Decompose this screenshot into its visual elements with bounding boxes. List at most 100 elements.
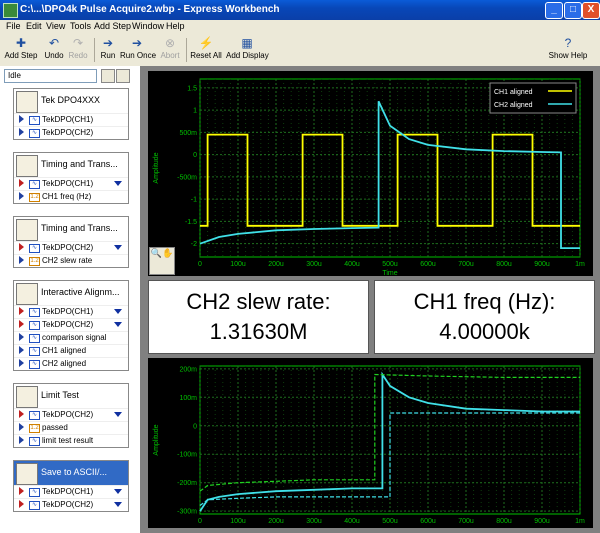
- step-header[interactable]: Tek DPO4XXX: [14, 89, 128, 113]
- x-tick-label: 500u: [382, 518, 398, 525]
- waveform-chart-top[interactable]: 0 100u 200u 300u 400u 500u 600u 700u 800u 900u 1m 1…: [148, 71, 593, 277]
- step-header[interactable]: Interactive Alignm...: [14, 281, 128, 305]
- x-tick-label: 200u: [268, 261, 284, 268]
- step-input-row[interactable]: ∿ TekDPO(CH2): [14, 241, 128, 254]
- signal-label: CH2 slew rate: [42, 256, 93, 265]
- step-output-row[interactable]: ∿ CH2 aligned: [14, 357, 128, 370]
- step-output-row[interactable]: ∿ CH1 aligned: [14, 344, 128, 357]
- step-card[interactable]: Save to ASCII/... ∿ TekDPO(CH1) ∿ TekDPO(CH2…: [13, 460, 129, 512]
- undo-button[interactable]: ↶ Undo: [42, 36, 66, 60]
- waveform-signal-icon: ∿: [29, 244, 40, 253]
- y-tick-label: -500m: [177, 174, 197, 181]
- waveform-signal-icon: ∿: [29, 411, 40, 420]
- signal-label: CH1 freq (Hz): [42, 192, 92, 201]
- step-input-row[interactable]: ∿ TekDPO(CH1): [14, 485, 128, 498]
- dropdown-arrow-icon[interactable]: [114, 412, 122, 417]
- add-display-icon: ▦: [241, 36, 253, 50]
- step-input-row[interactable]: ∿ TekDPO(CH2): [14, 318, 128, 331]
- display-area: 0 100u 200u 300u 400u 500u 600u 700u 800u 900u 1m 1…: [141, 66, 600, 533]
- step-header[interactable]: Timing and Trans...: [14, 153, 128, 177]
- signal-label: TekDPO(CH1): [42, 487, 94, 496]
- step-input-row[interactable]: ∿ TekDPO(CH2): [14, 498, 128, 511]
- show-help-button[interactable]: ? Show Help: [548, 36, 588, 60]
- output-arrow-icon: [19, 333, 24, 341]
- waveform-signal-icon: ∿: [29, 501, 40, 510]
- title-bar: C:\...\DPO4k Pulse Acquire2.wbp - Expres…: [0, 0, 600, 20]
- step-card[interactable]: Tek DPO4XXX ∿ TekDPO(CH1) ∿ TekDPO(CH2): [13, 88, 129, 140]
- input-arrow-icon: [19, 320, 24, 328]
- step-output-row[interactable]: 1.2 CH2 slew rate: [14, 254, 128, 267]
- signal-label: TekDPO(CH2): [42, 320, 94, 329]
- number-signal-icon: 1.2: [29, 257, 40, 266]
- step-header[interactable]: Limit Test: [14, 384, 128, 408]
- step-card[interactable]: Limit Test ∿ TekDPO(CH2) 1.2 passed ∿ limit te…: [13, 383, 129, 448]
- step-label: Timing and Trans...: [41, 223, 118, 233]
- menu-file[interactable]: File: [6, 21, 21, 31]
- step-output-row[interactable]: 1.2 passed: [14, 421, 128, 434]
- input-arrow-icon: [19, 307, 24, 315]
- waveform-signal-icon: ∿: [29, 116, 40, 125]
- minimize-button[interactable]: _: [545, 2, 563, 19]
- step-input-row[interactable]: ∿ TekDPO(CH2): [14, 408, 128, 421]
- add-display-button[interactable]: ▦ Add Display: [226, 36, 269, 60]
- output-arrow-icon: [19, 346, 24, 354]
- diagram-view-icon[interactable]: [116, 69, 130, 83]
- close-button[interactable]: X: [582, 2, 600, 19]
- x-tick-label: 700u: [458, 518, 474, 525]
- dropdown-arrow-icon[interactable]: [114, 489, 122, 494]
- y-tick-label: -300m: [177, 509, 197, 516]
- menu-add-step[interactable]: Add Step: [94, 21, 131, 31]
- y-axis-label: Amplitude: [153, 152, 160, 183]
- y-tick-label: -200m: [177, 480, 197, 487]
- step-output-row[interactable]: ∿ comparison signal: [14, 331, 128, 344]
- run-once-button[interactable]: ➔ Run Once: [120, 36, 156, 60]
- step-header[interactable]: Save to ASCII/...: [14, 461, 128, 485]
- waveform-chart-bottom[interactable]: 0 100u 200u 300u 400u 500u 600u 700u 800u 900u 1m 2…: [148, 358, 593, 528]
- waveform-signal-icon: ∿: [29, 129, 40, 138]
- step-label: Save to ASCII/...: [41, 467, 108, 477]
- dropdown-arrow-icon[interactable]: [114, 502, 122, 507]
- pan-icon: ✋: [162, 248, 174, 258]
- menu-help[interactable]: Help: [166, 21, 185, 31]
- y-tick-label: -1.5: [185, 219, 197, 226]
- run-button[interactable]: ➔ Run: [98, 36, 118, 60]
- redo-button[interactable]: ↷ Redo: [66, 36, 90, 60]
- dropdown-arrow-icon[interactable]: [114, 309, 122, 314]
- maximize-button[interactable]: □: [564, 2, 582, 19]
- step-header[interactable]: Timing and Trans...: [14, 217, 128, 241]
- x-tick-label: 100u: [230, 261, 246, 268]
- x-tick-label: 900u: [534, 518, 550, 525]
- output-arrow-icon: [19, 115, 24, 123]
- abort-button[interactable]: ⊗ Abort: [158, 36, 182, 60]
- x-tick-label: 600u: [420, 518, 436, 525]
- y-axis-label: Amplitude: [153, 424, 160, 455]
- zoom-tools[interactable]: 🔍✋: [149, 247, 175, 275]
- dropdown-arrow-icon[interactable]: [114, 245, 122, 250]
- step-output-row[interactable]: ∿ TekDPO(CH2): [14, 126, 128, 139]
- dropdown-arrow-icon[interactable]: [114, 322, 122, 327]
- step-card[interactable]: Timing and Trans... ∿ TekDPO(CH2) 1.2 CH2 sl…: [13, 216, 129, 268]
- reset-all-button[interactable]: ⚡ Reset All: [190, 36, 222, 60]
- step-input-row[interactable]: ∿ TekDPO(CH1): [14, 305, 128, 318]
- menu-view[interactable]: View: [46, 21, 65, 31]
- reset-icon: ⚡: [198, 36, 214, 50]
- readout-name: CH2 slew rate:: [186, 289, 331, 314]
- step-card[interactable]: Timing and Trans... ∿ TekDPO(CH1) 1.2 CH1 fr…: [13, 152, 129, 204]
- menu-tools[interactable]: Tools: [70, 21, 91, 31]
- dropdown-arrow-icon[interactable]: [114, 181, 122, 186]
- redo-icon: ↷: [72, 36, 84, 50]
- output-arrow-icon: [19, 128, 24, 136]
- step-output-row[interactable]: ∿ TekDPO(CH1): [14, 113, 128, 126]
- signal-label: TekDPO(CH2): [42, 128, 94, 137]
- step-card[interactable]: Interactive Alignm... ∿ TekDPO(CH1) ∿ TekDPO…: [13, 280, 129, 371]
- step-output-row[interactable]: ∿ limit test result: [14, 434, 128, 447]
- add-step-button[interactable]: ✚ Add Step: [4, 36, 38, 60]
- signal-label: TekDPO(CH2): [42, 500, 94, 509]
- oscilloscope-icon: [16, 91, 38, 113]
- list-view-icon[interactable]: [101, 69, 115, 83]
- step-input-row[interactable]: ∿ TekDPO(CH1): [14, 177, 128, 190]
- step-label: Timing and Trans...: [41, 159, 118, 169]
- step-output-row[interactable]: 1.2 CH1 freq (Hz): [14, 190, 128, 203]
- menu-window[interactable]: Window: [132, 21, 164, 31]
- menu-edit[interactable]: Edit: [26, 21, 42, 31]
